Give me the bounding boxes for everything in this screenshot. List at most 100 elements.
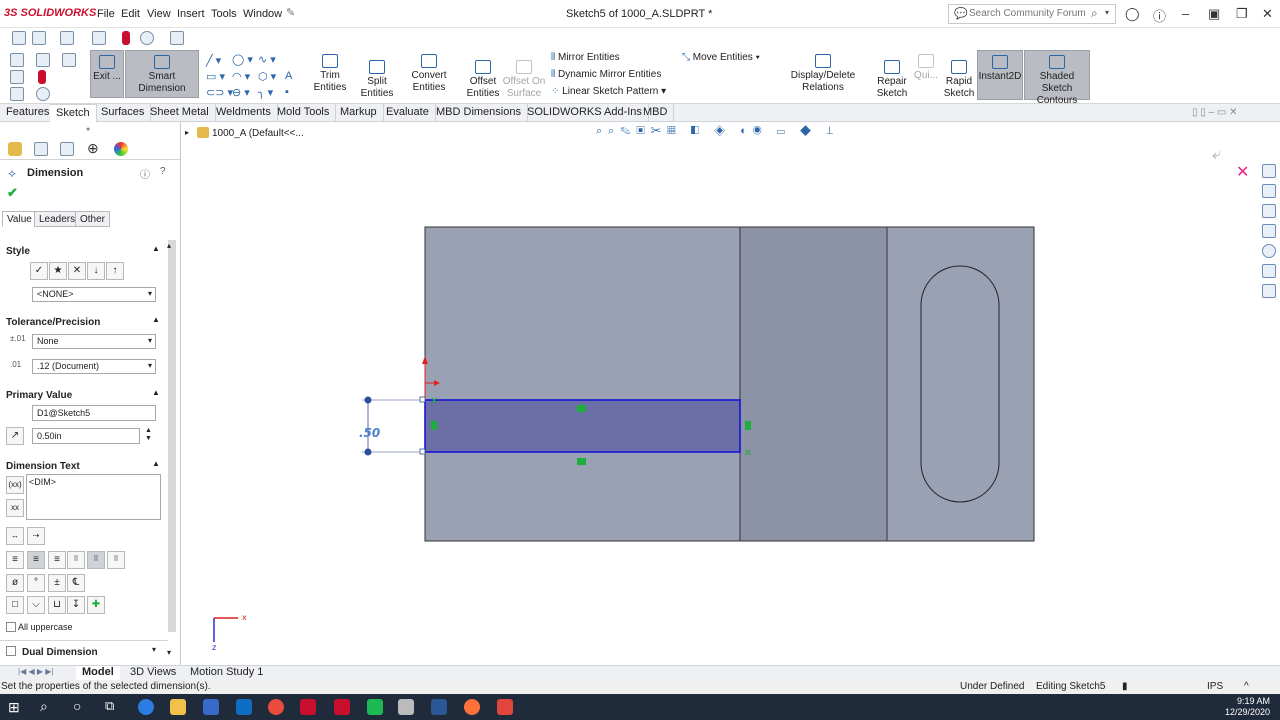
tab-motion-study[interactable]: Motion Study 1 (184, 666, 269, 680)
search-icon[interactable]: ⌕ (1091, 6, 1098, 21)
precision-select[interactable]: .12 (Document) ▾ (32, 359, 156, 374)
file-explorer-icon[interactable] (1262, 204, 1276, 218)
degree-symbol-icon[interactable]: ° (27, 574, 45, 592)
dynamic-mirror-button[interactable]: ⫴ Dynamic Mirror Entities (551, 69, 661, 80)
tile-icon[interactable]: ▣ (1208, 6, 1220, 22)
tab-scroll-arrows[interactable]: |◀ ◀ ▶ ▶| (18, 667, 53, 676)
style-header[interactable]: Style (6, 246, 30, 257)
dimension-handle-top[interactable] (364, 396, 372, 404)
home-icon[interactable] (12, 31, 26, 45)
arc-icon[interactable]: ◠ ▾ (232, 70, 250, 83)
align-left-icon[interactable]: ≡ (6, 551, 24, 569)
appearance-icon[interactable] (114, 142, 128, 156)
chevron-up-icon[interactable]: ^ (1244, 680, 1249, 694)
quick-snaps-button[interactable]: Qui... (910, 50, 942, 82)
collapse-style-icon[interactable]: ▲ (152, 244, 160, 253)
minimize-icon[interactable]: – (1182, 6, 1189, 21)
diameter-symbol-icon[interactable]: ø (6, 574, 24, 592)
countersink-symbol-icon[interactable]: ⌵ (27, 596, 45, 614)
scroll-up-icon[interactable]: ▴ (167, 241, 171, 250)
move-entities-button[interactable]: ⤡ Move Entities ▾ (682, 52, 760, 63)
trim-entities-button[interactable]: Trim Entities (303, 50, 357, 94)
mirror-entities-button[interactable]: ⫴ Mirror Entities (551, 52, 620, 63)
outlook-icon[interactable] (236, 699, 252, 715)
fillet-icon[interactable]: ╮ ▾ (258, 86, 273, 99)
dimension-value-label[interactable]: .50 (359, 426, 380, 440)
inspection-icon[interactable]: xx (6, 499, 24, 517)
collapse-tolerance-icon[interactable]: ▲ (152, 315, 160, 324)
menu-file[interactable]: File (97, 8, 115, 20)
rebuild-status-icon[interactable]: ▮ (1122, 680, 1128, 694)
traffic-light-icon[interactable] (122, 31, 130, 45)
dual-dimension-checkbox[interactable] (6, 646, 16, 656)
style-apply-icon[interactable]: ✓ (30, 262, 48, 280)
menu-view[interactable]: View (147, 8, 171, 20)
feature-manager-icon[interactable] (8, 142, 22, 156)
edge-icon[interactable] (138, 699, 154, 715)
counterbore-symbol-icon[interactable]: ⊔ (48, 596, 66, 614)
tab-sheet-metal[interactable]: Sheet Metal (144, 104, 216, 122)
circle-icon[interactable]: ◯ ▾ (232, 53, 253, 66)
part-face-middle[interactable] (739, 226, 888, 542)
save-icon[interactable] (92, 31, 106, 45)
shaded-sketch-contours-button[interactable]: Shaded Sketch Contours (1024, 50, 1090, 106)
ok-check-icon[interactable]: ✔ (7, 185, 18, 201)
property-manager-icon[interactable] (34, 142, 48, 156)
dimension-handle-bottom[interactable] (364, 448, 372, 456)
point-icon[interactable]: ▪ (285, 86, 289, 98)
dimension-endpoint[interactable] (419, 448, 426, 455)
style-load-icon[interactable]: ↑ (106, 262, 124, 280)
user-icon[interactable]: ◯ (1125, 6, 1140, 22)
text-icon[interactable]: A (285, 70, 292, 82)
rapid-sketch-button[interactable]: Rapid Sketch (943, 56, 975, 100)
part-face-left[interactable] (424, 226, 741, 542)
instant2d-button[interactable]: Instant2D (977, 50, 1023, 100)
menu-tools[interactable]: Tools (211, 8, 237, 20)
centerline-symbol-icon[interactable]: ℄ (67, 574, 85, 592)
subtab-leaders[interactable]: Leaders (34, 211, 81, 227)
dimension-text-area[interactable]: <DIM> (26, 474, 161, 520)
chrome-icon[interactable] (268, 699, 284, 715)
offset-on-surface-button[interactable]: Offset On Surface (502, 56, 546, 100)
vertical-relation-icon[interactable] (745, 421, 751, 430)
menu-window[interactable]: Window (243, 8, 282, 20)
close-icon[interactable]: ✕ (1262, 6, 1273, 22)
unit-system[interactable]: IPS (1207, 680, 1223, 694)
search-input[interactable] (969, 8, 1089, 19)
rebuild-icon[interactable] (38, 70, 46, 84)
collapse-dimension-text-icon[interactable]: ▲ (152, 459, 160, 468)
view-palette-icon[interactable] (1262, 224, 1276, 238)
coincident-relation-icon[interactable]: ✕ (744, 448, 752, 459)
cancel-sketch-icon[interactable]: ✕ (1236, 162, 1249, 182)
forum-icon[interactable] (1262, 284, 1276, 298)
search-box[interactable]: 💬 ⌕ ▾ (948, 4, 1116, 24)
configuration-manager-icon[interactable] (60, 142, 74, 156)
all-uppercase-checkbox[interactable] (6, 622, 16, 632)
edit-small-icon[interactable] (10, 87, 24, 101)
horizontal-relation-icon[interactable] (577, 405, 586, 412)
reverse-direction-icon[interactable]: ↗ (6, 427, 24, 445)
offset-entities-button[interactable]: Offset Entities (466, 56, 500, 100)
undo-icon[interactable] (170, 31, 184, 45)
viewport-controls[interactable]: ▯ ▯ – ▭ ✕ (1192, 107, 1238, 118)
split-entities-button[interactable]: Split Entities (360, 56, 394, 100)
text-fit-icon[interactable]: ↔ (6, 527, 24, 545)
save-small-icon[interactable] (36, 53, 50, 67)
tab-solidworks-add-ins[interactable]: SOLIDWORKS Add-Ins (521, 104, 649, 122)
tolerance-header[interactable]: Tolerance/Precision (6, 317, 100, 328)
smart-dimension-button[interactable]: Smart Dimension (125, 50, 199, 98)
subtab-value[interactable]: Value (2, 211, 37, 227)
style-select[interactable]: <NONE> ▾ (32, 287, 156, 302)
firefox-icon[interactable] (464, 699, 480, 715)
tab-mold-tools[interactable]: Mold Tools (271, 104, 337, 122)
help-icon[interactable]: ⓘ (1153, 6, 1166, 25)
camera-icon[interactable] (398, 699, 414, 715)
solidworks-taskbar-icon[interactable] (300, 699, 316, 715)
style-save-icon[interactable]: ↓ (87, 262, 105, 280)
exit-sketch-button[interactable]: Exit ... (90, 50, 124, 98)
polygon-icon[interactable]: ⬡ ▾ (258, 70, 276, 83)
dimension-value-field[interactable]: 0.50in (32, 428, 140, 444)
word-icon[interactable] (431, 699, 447, 715)
subtab-other[interactable]: Other (75, 211, 111, 227)
windows-start-icon[interactable]: ⊞ (8, 699, 20, 716)
